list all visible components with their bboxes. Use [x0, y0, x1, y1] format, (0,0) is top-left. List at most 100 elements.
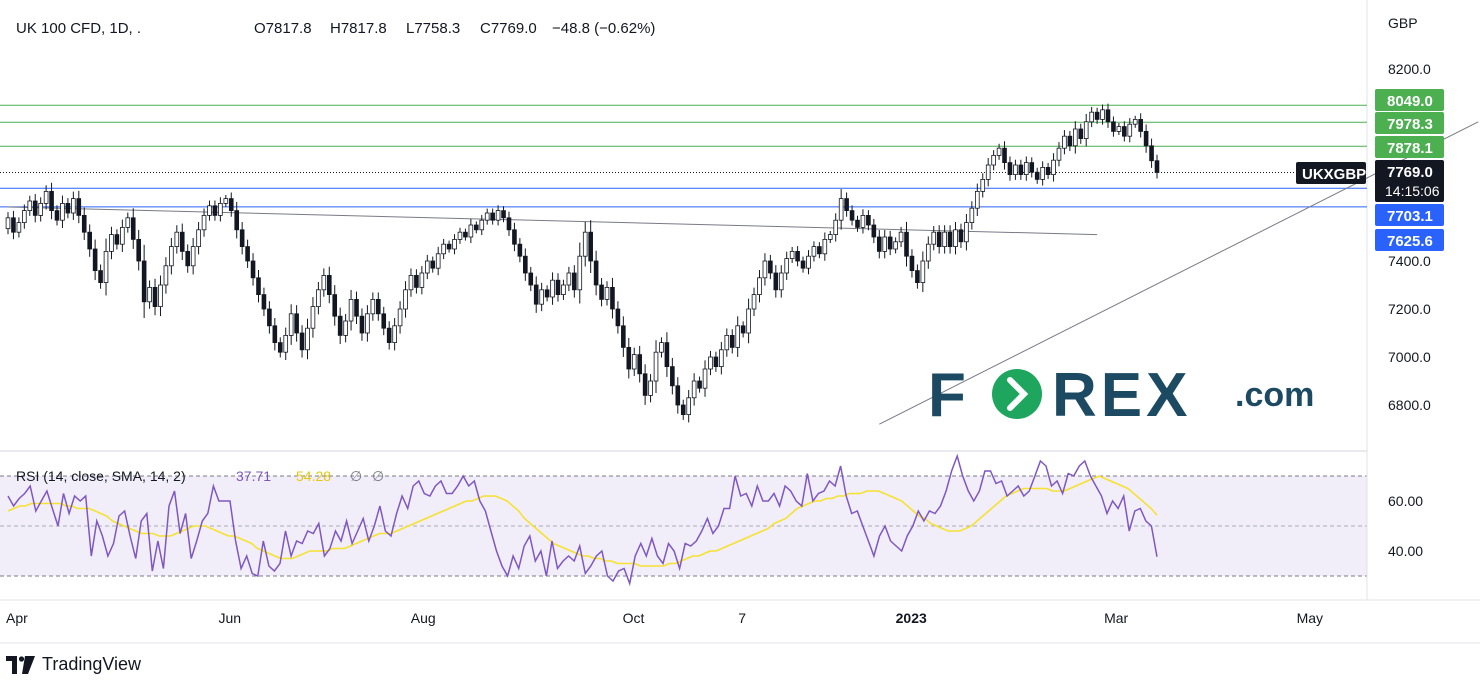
candle-body — [866, 214, 871, 226]
currency-label: GBP — [1388, 15, 1418, 31]
candle-body — [152, 286, 158, 307]
candle-body — [898, 231, 904, 243]
candle-body — [141, 260, 147, 303]
candle-body — [414, 274, 419, 288]
candle-body — [1013, 164, 1018, 175]
svg-text:7625.6: 7625.6 — [1387, 233, 1433, 250]
candle-body — [582, 231, 588, 257]
candle-body — [577, 255, 583, 291]
candle-body — [528, 272, 534, 286]
forex-o-icon — [992, 369, 1042, 419]
candle-body — [479, 219, 485, 231]
badge-support-2: 7625.6 — [1375, 229, 1444, 251]
candle-body — [719, 349, 724, 367]
candle-body — [43, 190, 49, 204]
candle-body — [424, 260, 430, 274]
candle-body — [196, 229, 201, 248]
candle-body — [76, 198, 82, 216]
footer-brand[interactable]: TradingView — [42, 654, 141, 675]
candle-body — [277, 342, 283, 353]
badge-resistance-2: 7978.3 — [1375, 112, 1444, 134]
candle-body — [953, 229, 958, 248]
badge-resistance-1: 8049.0 — [1375, 89, 1444, 111]
candle-body — [697, 380, 702, 389]
candle-body — [114, 234, 120, 245]
time-tick-label: Oct — [623, 610, 645, 626]
candle-body — [201, 214, 207, 231]
svg-text:REX: REX — [1052, 361, 1191, 430]
candle-body — [827, 234, 833, 240]
candle-body — [561, 284, 566, 296]
candle-body — [1073, 128, 1078, 147]
candle-body — [49, 190, 54, 211]
candle-body — [985, 164, 991, 180]
candle-body — [174, 231, 180, 247]
candle-body — [256, 277, 261, 295]
candle-body — [283, 334, 289, 353]
candle-body — [599, 284, 604, 300]
candle-body — [680, 404, 686, 415]
candle-body — [969, 207, 975, 223]
candle-body — [833, 219, 839, 235]
candle-body — [310, 306, 316, 329]
candle-body — [299, 332, 305, 351]
ohlc-open: O7817.8 — [254, 20, 312, 37]
candle-body — [125, 217, 131, 228]
candle-body — [218, 202, 223, 216]
rsi-legend-label[interactable]: RSI (14, close, SMA, 14, 2) — [16, 468, 186, 484]
svg-text:7703.1: 7703.1 — [1387, 208, 1433, 225]
candle-body — [610, 286, 615, 310]
candle-body — [87, 231, 92, 250]
candle-body — [305, 327, 310, 351]
candle-body — [1105, 109, 1111, 123]
candle-body — [915, 270, 920, 284]
candle-body — [942, 231, 947, 247]
symbol-label[interactable]: UK 100 CFD, 1D, . — [16, 20, 141, 37]
time-tick-label: 7 — [738, 610, 746, 626]
candle-body — [604, 286, 610, 300]
candle-body — [626, 346, 632, 370]
time-tick-label: Jun — [218, 610, 241, 626]
candle-body — [1127, 123, 1133, 137]
candle-body — [288, 313, 294, 336]
candle-body — [11, 217, 16, 233]
candle-body — [60, 202, 65, 221]
candle-body — [1143, 130, 1149, 147]
candle-body — [179, 231, 185, 252]
candle-body — [419, 272, 425, 288]
candle-body — [887, 236, 893, 250]
candle-body — [267, 308, 272, 327]
svg-text:.com: .com — [1235, 376, 1314, 414]
candle-body — [136, 238, 141, 262]
candle-body — [588, 231, 593, 262]
candle-body — [316, 289, 321, 307]
candle-body — [1056, 147, 1062, 161]
candle-body — [430, 260, 436, 269]
ohlc-change: −48.8 (−0.62%) — [552, 20, 655, 37]
ohlc-low: L7758.3 — [406, 20, 460, 37]
candle-body — [81, 214, 87, 233]
candle-body — [974, 190, 980, 209]
price-tick-label: 7000.0 — [1388, 349, 1431, 365]
tradingview-logo-icon[interactable] — [6, 655, 36, 674]
candle-body — [593, 260, 599, 286]
candle-body — [860, 214, 866, 228]
candle-body — [212, 205, 218, 216]
candle-body — [876, 236, 882, 252]
candle-body — [615, 308, 621, 327]
candle-body — [1078, 128, 1084, 139]
candle-body — [1116, 126, 1122, 132]
svg-text:UKXGBP: UKXGBP — [1302, 166, 1366, 183]
price-chart[interactable]: F REX .com UK 100 CFD, 1D, . O7817.8 H78… — [0, 0, 1480, 686]
candle-body — [757, 277, 762, 295]
candle-body — [784, 258, 790, 274]
candle-body — [740, 325, 746, 334]
svg-text:7878.1: 7878.1 — [1387, 140, 1433, 157]
candle-body — [729, 334, 735, 348]
candle-body — [5, 217, 11, 230]
candle-body — [207, 205, 212, 216]
time-tick-label: Apr — [6, 610, 28, 626]
svg-text:F: F — [928, 361, 968, 430]
candle-body — [408, 274, 414, 291]
candle-body — [517, 243, 523, 257]
